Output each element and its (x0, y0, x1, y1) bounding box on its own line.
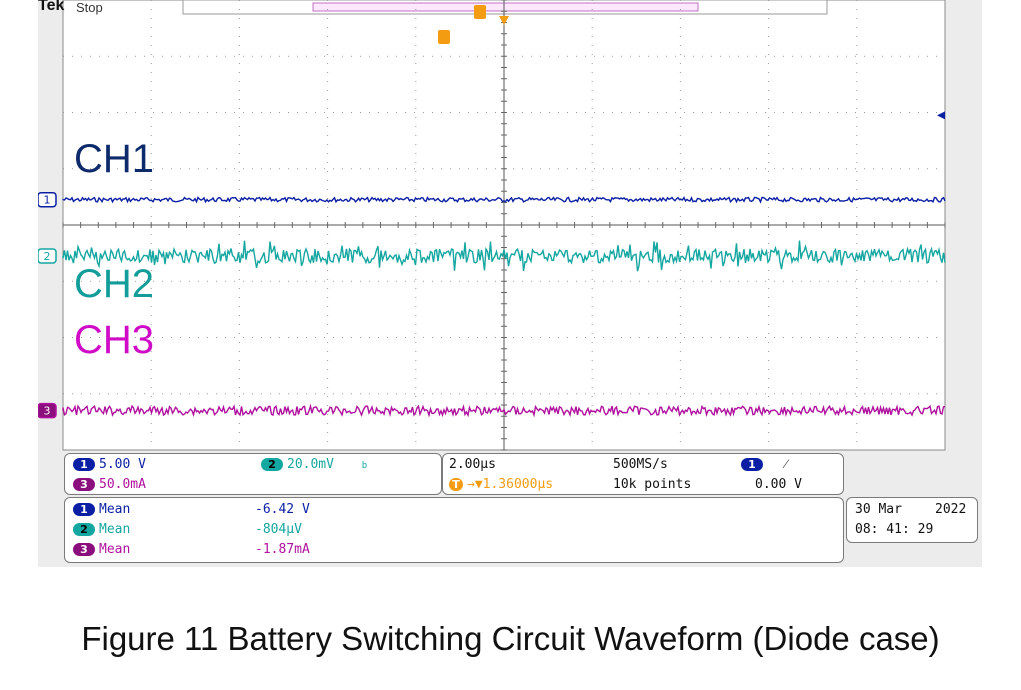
trigger-position-icon (438, 30, 450, 44)
trigger-source-marker: 1 (741, 458, 763, 471)
meas-ch3-marker: 3 (73, 543, 95, 556)
channel-2-marker-label: 2 (44, 250, 51, 263)
trigger-level: 0.00 V (755, 477, 802, 492)
record-length: 10k points (613, 477, 692, 492)
channel-1-marker-label: 1 (44, 194, 51, 207)
time-value: 08: 41: 29 (855, 522, 934, 537)
record-view-window (312, 2, 699, 12)
meas-ch1-label: Mean (99, 502, 131, 517)
timebase-panel: 2.00µs T →▼1.36000µs 500MS/s 10k points 1… (442, 453, 844, 495)
channel-readout-panel: 1 5.00 V 2 20.0mV b 3 50.0mA (64, 453, 442, 495)
meas-ch2-marker: 2 (73, 523, 95, 536)
ch3-marker: 3 (73, 478, 95, 491)
measurement-panel: 1 Mean -6.42 V 2 Mean -804µV 3 Mean -1.87mA (64, 497, 844, 563)
meas-ch3-mean: -1.87mA (255, 542, 310, 557)
bandwidth-limit-icon: b (361, 461, 368, 471)
trigger-slope-icon: ⁄ (784, 457, 787, 472)
acquisition-status: Stop (76, 0, 103, 15)
figure-caption: Figure 11 Battery Switching Circuit Wave… (81, 620, 940, 657)
sample-rate: 500MS/s (613, 457, 668, 472)
timebase-value: 2.00µs (449, 457, 496, 472)
meas-ch2-label: Mean (99, 522, 131, 537)
year-value: 2022 (935, 502, 967, 517)
ch2-marker: 2 (261, 458, 283, 471)
channel-3-label: CH3 (74, 318, 154, 362)
datetime-panel: 30 Mar 2022 08: 41: 29 (846, 497, 978, 543)
channel-1-label: CH1 (74, 137, 154, 181)
meas-ch2-mean: -804µV (255, 522, 302, 537)
channel-3-marker-label: 3 (44, 405, 51, 418)
ch1-scale: 5.00 V (99, 457, 146, 472)
ch3-scale: 50.0mA (99, 477, 146, 492)
ch2-scale: 20.0mV (287, 457, 334, 472)
meas-ch3-label: Mean (99, 542, 131, 557)
meas-ch1-mean: -6.42 V (255, 502, 310, 517)
ch1-marker: 1 (73, 458, 95, 471)
date-value: 30 Mar (855, 502, 902, 517)
oscilloscope-screen: 1 CH1 2 CH2 3 CH3 Tek Stop 1 5.00 V 2 20.0mV b … (38, 0, 982, 567)
record-trigger-icon (474, 5, 486, 19)
meas-ch1-marker: 1 (73, 503, 95, 516)
brand-label: Tek (38, 0, 65, 14)
channel-2-label: CH2 (74, 262, 154, 306)
trigger-marker-icon: T (449, 478, 463, 491)
trigger-delay: →▼1.36000µs (467, 477, 554, 492)
